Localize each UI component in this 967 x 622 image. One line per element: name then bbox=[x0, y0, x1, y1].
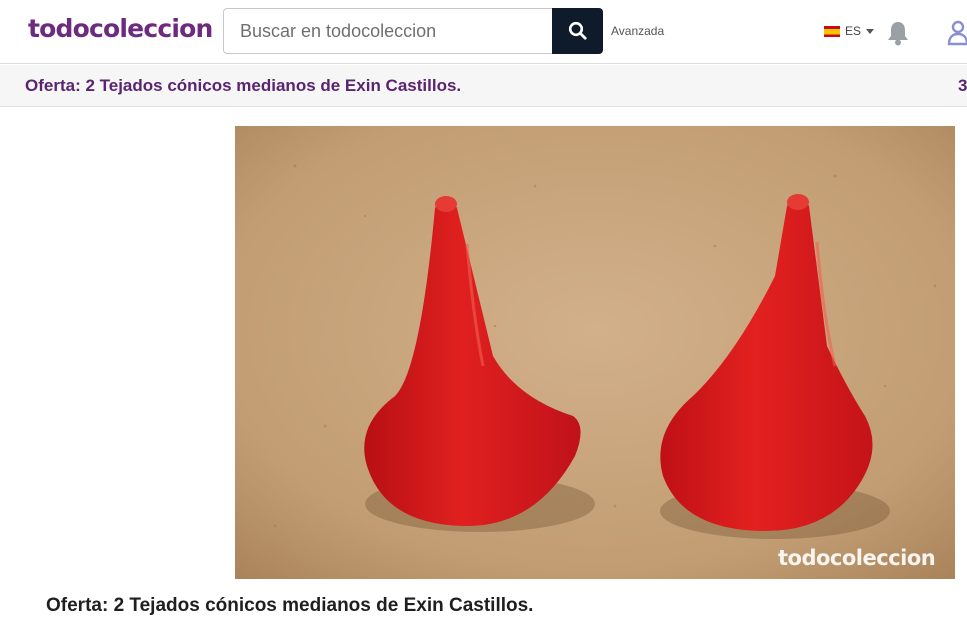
search-button[interactable] bbox=[552, 8, 603, 54]
site-logo[interactable]: todocoleccion bbox=[28, 14, 213, 43]
search-icon bbox=[568, 21, 587, 40]
user-icon bbox=[947, 20, 967, 46]
product-photo-illustration bbox=[235, 126, 955, 579]
product-sticky-bar: Oferta: 2 Tejados cónicos medianos de Ex… bbox=[0, 65, 967, 107]
sticky-product-title: Oferta: 2 Tejados cónicos medianos de Ex… bbox=[25, 76, 462, 95]
search-input[interactable] bbox=[223, 8, 553, 54]
caret-down-icon bbox=[866, 28, 875, 34]
notifications-button[interactable] bbox=[886, 20, 910, 51]
language-label: ES bbox=[845, 24, 862, 38]
product-image[interactable]: todocoleccion bbox=[235, 126, 955, 579]
language-selector[interactable]: ES bbox=[824, 24, 875, 38]
image-watermark: todocoleccion bbox=[778, 546, 936, 570]
advanced-search-link[interactable]: Avanzada bbox=[611, 24, 664, 38]
bell-icon bbox=[888, 22, 908, 46]
sticky-price-partial: 3 bbox=[958, 76, 967, 95]
user-account-button[interactable] bbox=[947, 20, 967, 51]
spain-flag-icon bbox=[824, 25, 840, 37]
site-header: todocoleccion Avanzada ES bbox=[0, 0, 967, 64]
product-title: Oferta: 2 Tejados cónicos medianos de Ex… bbox=[46, 595, 534, 616]
search-form bbox=[223, 8, 603, 54]
